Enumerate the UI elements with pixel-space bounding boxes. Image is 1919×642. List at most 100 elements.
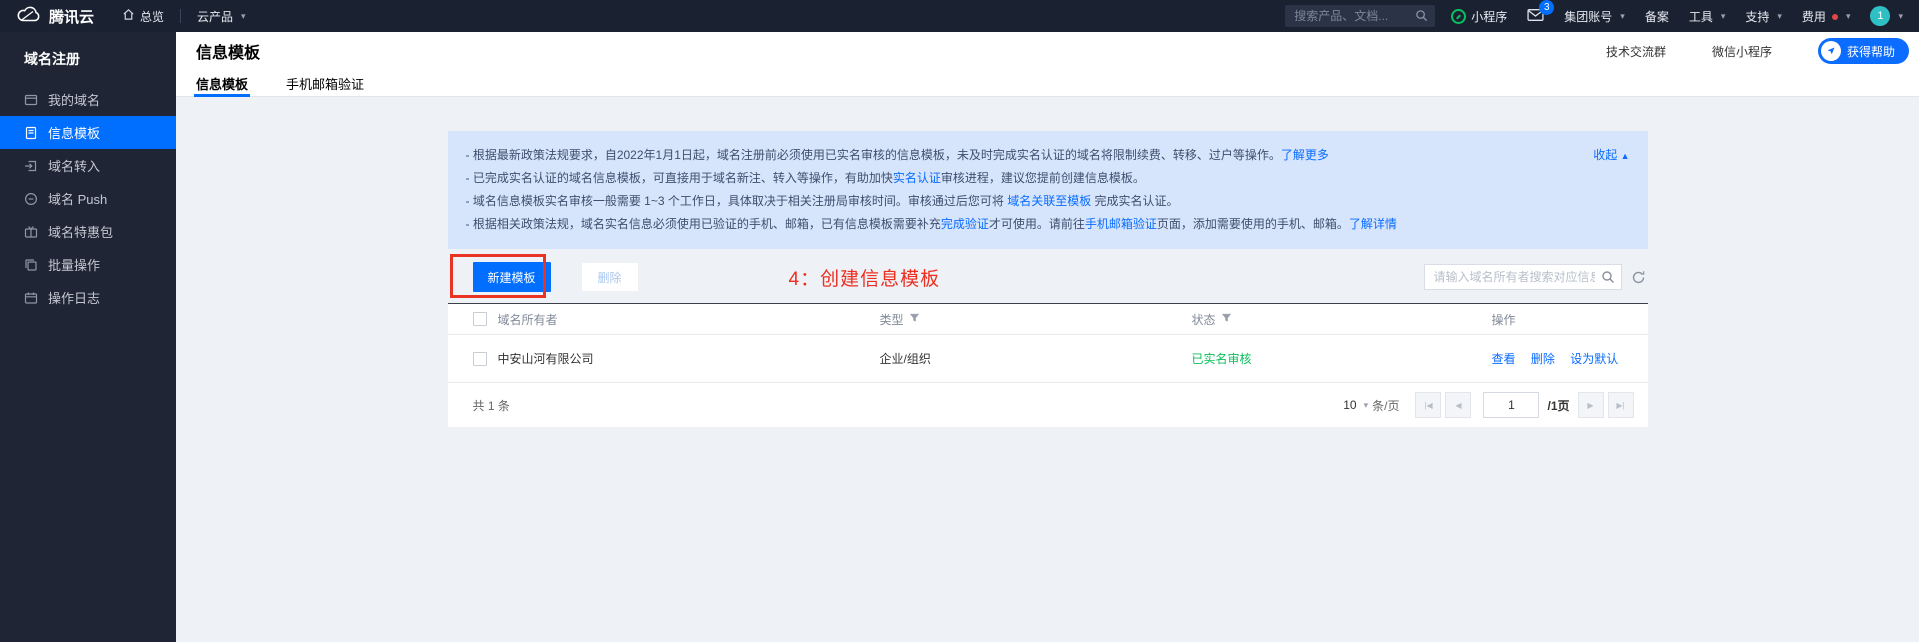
nav-tools[interactable]: 工具 ▾: [1689, 8, 1726, 25]
brand-label: 腾讯云: [49, 6, 94, 27]
window-icon: [24, 93, 38, 107]
messages-button[interactable]: 3: [1527, 8, 1544, 25]
col-header-type: 类型: [880, 311, 904, 328]
tab-info-template[interactable]: 信息模板: [196, 70, 248, 96]
tabbar: 信息模板 手机邮箱验证: [176, 70, 1919, 97]
col-header-owner: 域名所有者: [498, 311, 558, 328]
set-default-link[interactable]: 设为默认: [1570, 352, 1618, 366]
chevron-down-icon: ▾: [1777, 11, 1782, 22]
push-icon: [24, 192, 38, 206]
nav-overview[interactable]: 总览: [122, 8, 164, 25]
topbar-search-input[interactable]: [1285, 5, 1435, 27]
search-icon: [1415, 9, 1428, 25]
table-row: 中安山河有限公司 企业/组织 已实名审核 查看 删除 设为默认: [448, 335, 1648, 383]
content: - 根据最新政策法规要求，自2022年1月1日起，域名注册前必须使用已实名审核的…: [176, 97, 1919, 427]
search-icon[interactable]: [1601, 270, 1615, 289]
sidebar-item-domain-discount-package[interactable]: 域名特惠包: [0, 215, 176, 248]
page-header: 信息模板 技术交流群 微信小程序 获得帮助: [176, 32, 1919, 70]
first-page-icon: |◀: [1424, 401, 1432, 410]
nav-support[interactable]: 支持 ▾: [1745, 8, 1782, 25]
chevron-down-icon: ▾: [1846, 11, 1851, 22]
avatar: 1: [1870, 6, 1890, 26]
tencent-cloud-logo[interactable]: 腾讯云: [16, 6, 94, 27]
delete-link[interactable]: 删除: [1531, 352, 1555, 366]
prev-page-button[interactable]: ◀: [1445, 392, 1471, 418]
phone-email-verify-link[interactable]: 手机邮箱验证: [1085, 217, 1157, 231]
create-template-button[interactable]: 新建模板: [473, 262, 551, 292]
filter-icon[interactable]: [1221, 312, 1232, 326]
chevron-down-icon: ▾: [1364, 400, 1369, 411]
total-pages-label: /1页: [1547, 397, 1569, 414]
total-count: 共 1 条: [473, 397, 510, 414]
divider: [180, 9, 181, 23]
learn-more-link[interactable]: 了解更多: [1281, 148, 1329, 162]
notice-line-3: - 域名信息模板实名审核一般需要 1~3 个工作日，具体取决于相关注册局审核时间…: [466, 190, 1538, 213]
toolbar: 新建模板 删除 4：创建信息模板: [448, 259, 1648, 295]
page-title: 信息模板: [196, 39, 260, 63]
owner-name: 中安山河有限公司: [498, 350, 594, 367]
topbar: 腾讯云 总览 云产品 ▾ 小程序: [0, 0, 1919, 32]
nav-billing[interactable]: 费用 ▾: [1802, 8, 1851, 25]
template-type: 企业/组织: [880, 350, 931, 367]
sidebar-item-domain-push[interactable]: 域名 Push: [0, 182, 176, 215]
chevron-down-icon: ▾: [1898, 11, 1903, 22]
row-checkbox[interactable]: [473, 352, 487, 366]
copy-stack-icon: [24, 258, 38, 272]
help-compass-icon: [1821, 41, 1841, 61]
sidebar: 域名注册 我的域名 信息模板 域名转入 域名 Push 域名特惠包 批量操作: [0, 32, 176, 642]
link-domain-to-template-link[interactable]: 域名关联至模板: [1007, 194, 1091, 208]
chevron-down-icon: ▾: [241, 11, 246, 22]
col-header-status: 状态: [1192, 311, 1216, 328]
page-size-select[interactable]: 10 ▾ 条/页: [1343, 397, 1399, 414]
sidebar-item-info-template[interactable]: 信息模板: [0, 116, 176, 149]
refresh-icon[interactable]: [1631, 270, 1646, 285]
complete-verification-link[interactable]: 完成验证: [941, 217, 989, 231]
table-search: [1424, 264, 1622, 290]
home-icon: [122, 8, 135, 24]
sidebar-item-my-domains[interactable]: 我的域名: [0, 83, 176, 116]
sidebar-item-domain-transfer-in[interactable]: 域名转入: [0, 149, 176, 182]
notice-line-2: - 已完成实名认证的域名信息模板，可直接用于域名新注、转入等操作，有助加快实名认…: [466, 167, 1538, 190]
calendar-icon: [24, 291, 38, 305]
nav-beian[interactable]: 备案: [1645, 8, 1669, 25]
cloud-logo-icon: [16, 6, 42, 27]
prev-page-icon: ◀: [1455, 401, 1461, 410]
filter-icon[interactable]: [909, 312, 920, 326]
tech-group-link[interactable]: 技术交流群: [1606, 43, 1666, 60]
message-count-badge: 3: [1539, 0, 1554, 15]
col-header-action: 操作: [1492, 313, 1516, 327]
first-page-button[interactable]: |◀: [1415, 392, 1441, 418]
get-help-button[interactable]: 获得帮助: [1818, 38, 1909, 64]
sidebar-item-operation-log[interactable]: 操作日志: [0, 281, 176, 314]
next-page-button[interactable]: ▶: [1578, 392, 1604, 418]
transfer-in-icon: [24, 159, 38, 173]
nav-cloud-products[interactable]: 云产品 ▾: [197, 8, 246, 25]
sidebar-item-batch-operation[interactable]: 批量操作: [0, 248, 176, 281]
last-page-button[interactable]: ▶|: [1608, 392, 1634, 418]
realname-auth-link[interactable]: 实名认证: [893, 171, 941, 185]
tab-phone-email-verify[interactable]: 手机邮箱验证: [286, 70, 364, 96]
next-page-icon: ▶: [1587, 401, 1593, 410]
collapse-link[interactable]: 收起 ▲: [1593, 144, 1629, 168]
pagination-bar: 共 1 条 10 ▾ 条/页 |◀ ◀ /1页: [448, 383, 1648, 427]
miniprogram-icon: [1451, 9, 1466, 24]
view-link[interactable]: 查看: [1492, 352, 1516, 366]
template-table: 域名所有者 类型 状态 操作: [448, 303, 1648, 427]
detail-link[interactable]: 了解详情: [1349, 217, 1397, 231]
nav-group-account[interactable]: 集团账号 ▾: [1564, 8, 1625, 25]
nav-miniprogram[interactable]: 小程序: [1451, 8, 1507, 25]
select-all-checkbox[interactable]: [473, 312, 487, 326]
page-number-input[interactable]: [1483, 392, 1539, 418]
notice-line-1: - 根据最新政策法规要求，自2022年1月1日起，域名注册前必须使用已实名审核的…: [466, 144, 1538, 167]
status-badge: 已实名审核: [1192, 350, 1252, 367]
main-area: 信息模板 技术交流群 微信小程序 获得帮助 信息模板 手机邮箱验证 - 根据最新…: [176, 32, 1919, 642]
triangle-up-icon: ▲: [1621, 151, 1630, 161]
document-icon: [24, 126, 38, 140]
delete-button[interactable]: 删除: [581, 262, 639, 292]
notice-banner: - 根据最新政策法规要求，自2022年1月1日起，域名注册前必须使用已实名审核的…: [448, 131, 1648, 249]
account-menu[interactable]: 1 ▾: [1870, 6, 1903, 26]
table-header-row: 域名所有者 类型 状态 操作: [448, 303, 1648, 335]
last-page-icon: ▶|: [1616, 401, 1624, 410]
wechat-mini-link[interactable]: 微信小程序: [1712, 43, 1772, 60]
table-search-input[interactable]: [1424, 264, 1622, 290]
